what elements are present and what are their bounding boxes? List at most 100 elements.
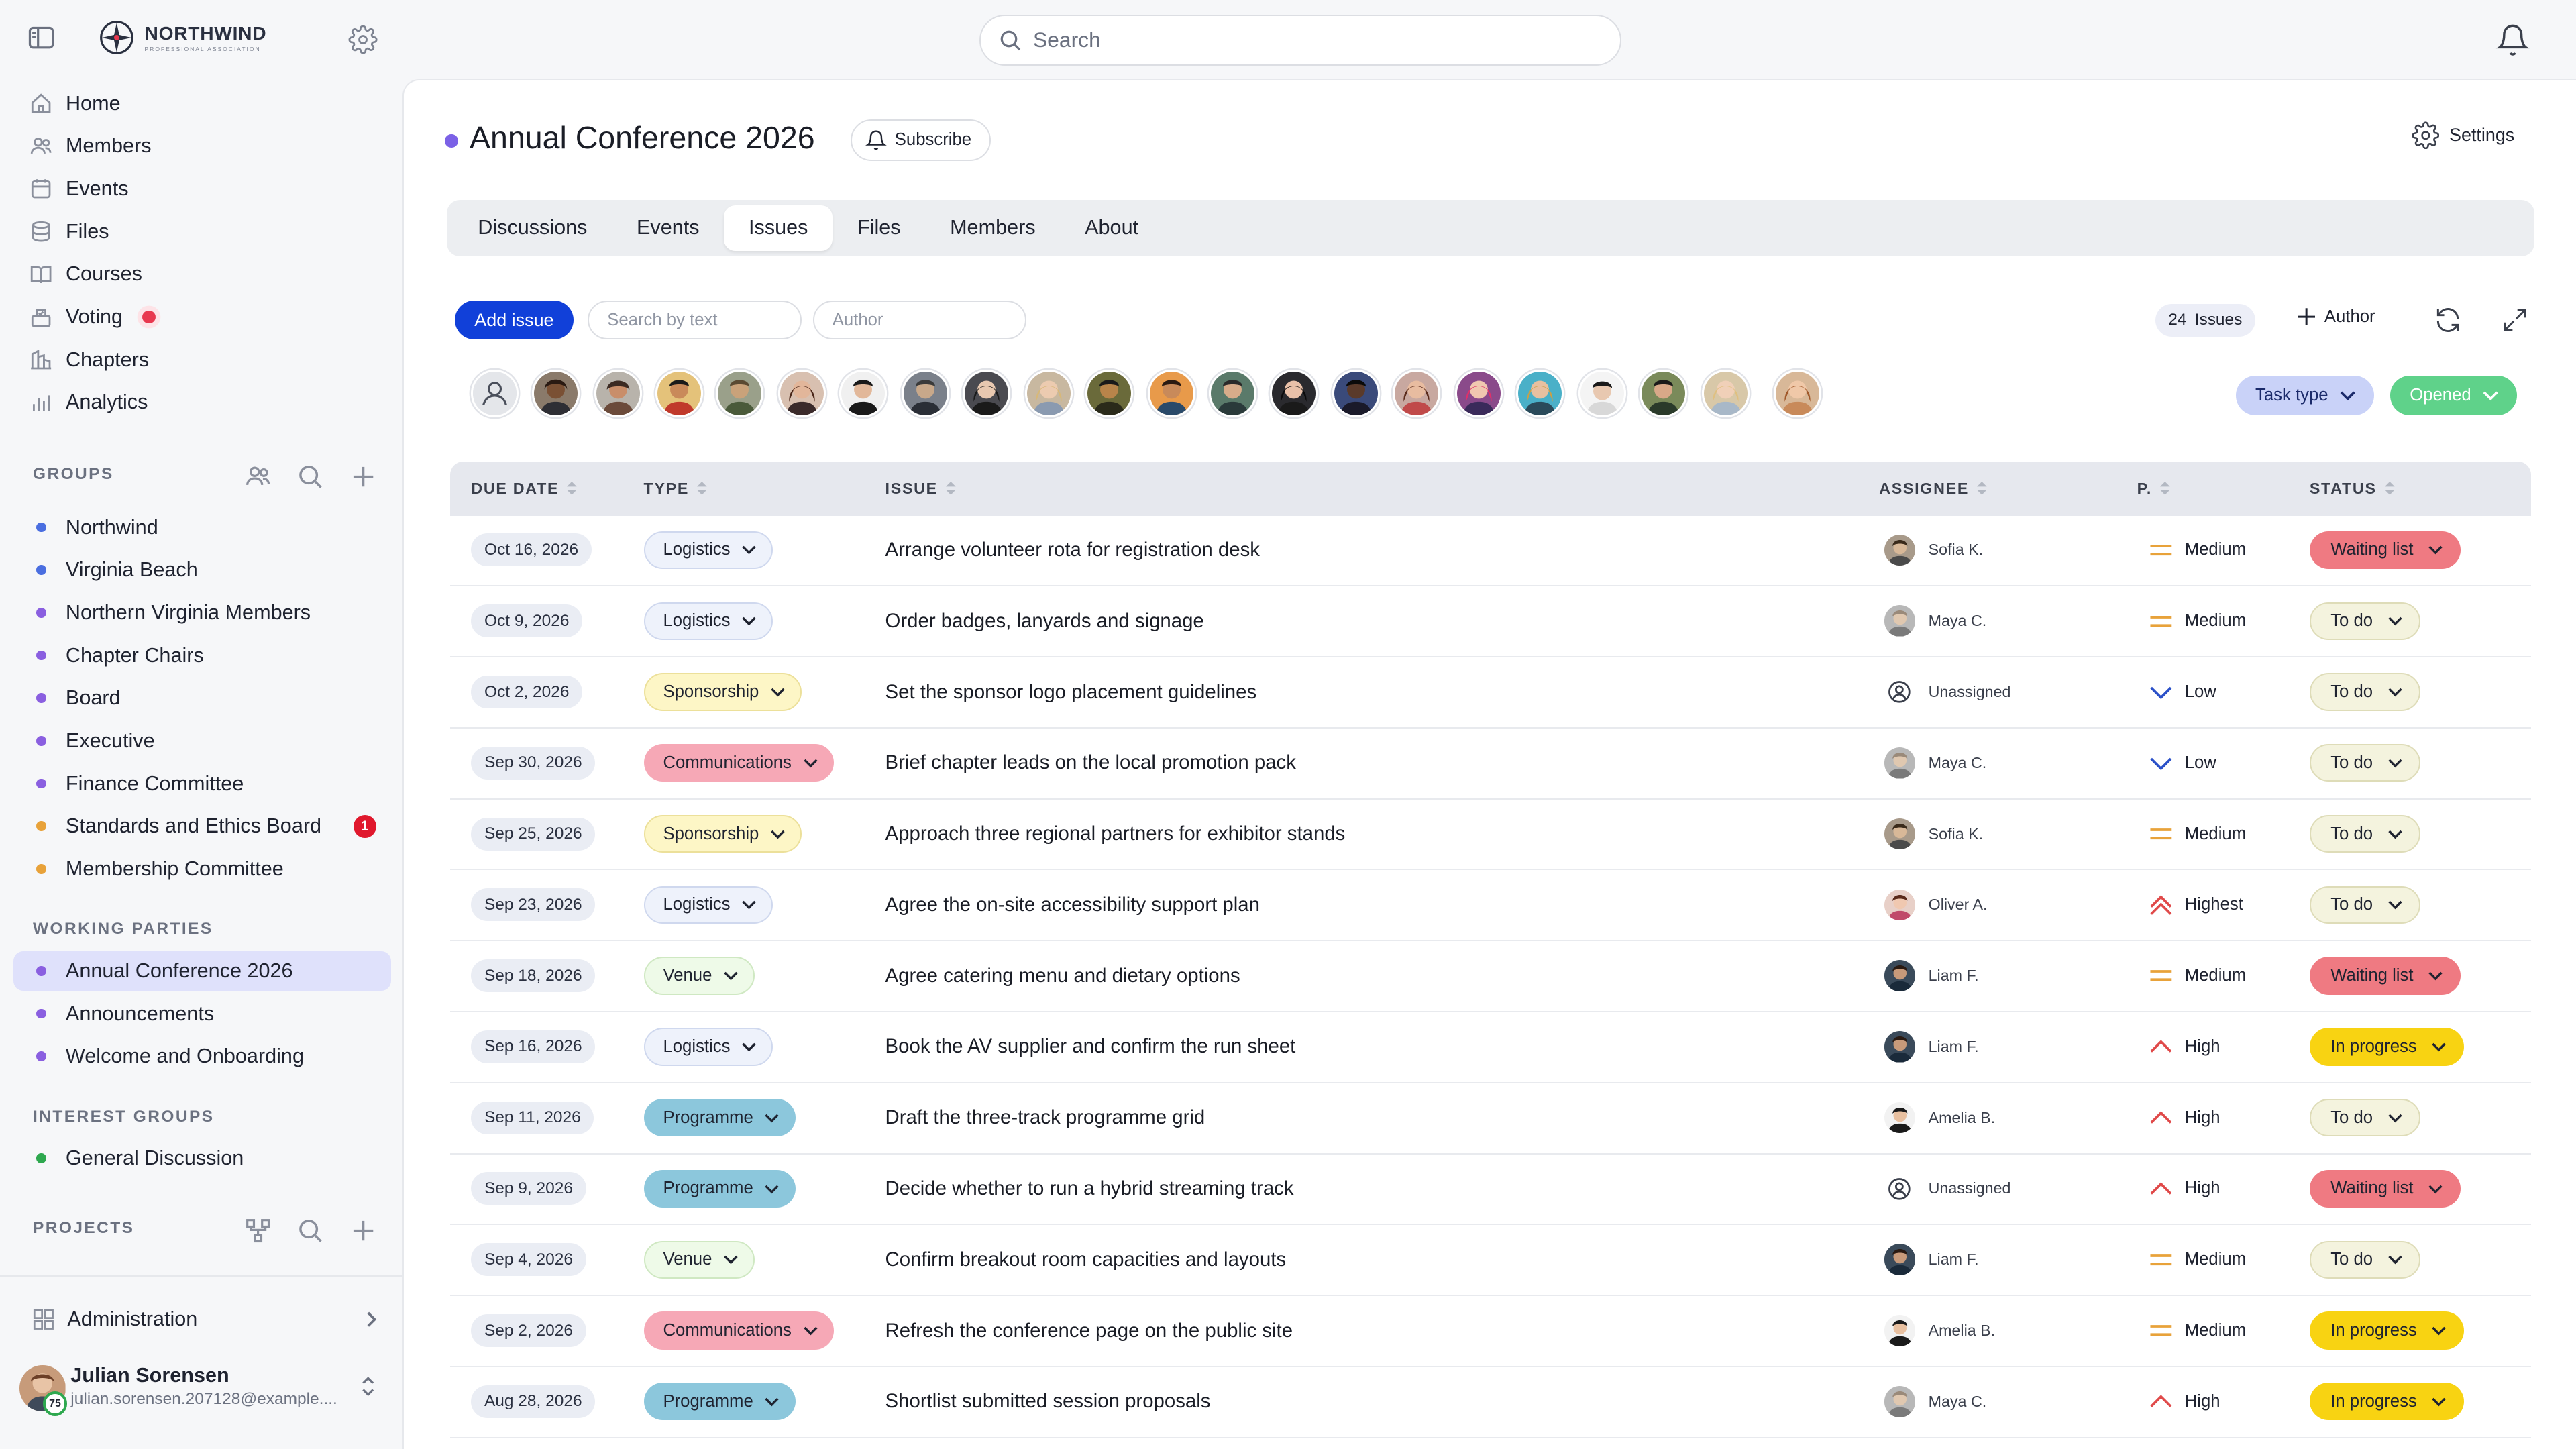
- nav-chapters[interactable]: Chapters: [30, 341, 149, 378]
- priority-cell[interactable]: High: [2149, 1012, 2220, 1081]
- status-dropdown[interactable]: In progress: [2309, 1383, 2465, 1421]
- assignee-cell[interactable]: Liam F.: [1884, 1012, 1979, 1081]
- avatar[interactable]: [716, 369, 764, 417]
- table-row[interactable]: Sep 16, 2026 Logistics Book the AV supplie…: [449, 1012, 2532, 1083]
- search-issues-input[interactable]: [588, 300, 802, 340]
- table-row[interactable]: Sep 30, 2026 Communications Brief chapter …: [449, 729, 2532, 800]
- author-filter-input[interactable]: [812, 300, 1027, 340]
- type-dropdown[interactable]: Logistics: [643, 1028, 773, 1066]
- assignee-cell[interactable]: Liam F.: [1884, 941, 1979, 1010]
- nav-members[interactable]: Members: [30, 128, 152, 164]
- table-row[interactable]: Sep 9, 2026 Programme Decide whether to ru…: [449, 1155, 2532, 1226]
- type-dropdown[interactable]: Programme: [643, 1383, 796, 1421]
- type-dropdown[interactable]: Logistics: [643, 885, 773, 924]
- group-northern-virginia-members[interactable]: Northern Virginia Members: [13, 593, 391, 633]
- add-project-icon[interactable]: [350, 1218, 376, 1244]
- avatar[interactable]: [1455, 369, 1503, 417]
- issue-title[interactable]: Confirm breakout room capacities and lay…: [885, 1248, 1287, 1271]
- avatar[interactable]: [902, 369, 950, 417]
- assignee-cell[interactable]: Sofia K.: [1884, 516, 1983, 585]
- add-group-icon[interactable]: [350, 464, 376, 490]
- status-dropdown[interactable]: In progress: [2309, 1028, 2465, 1066]
- tab-events[interactable]: Events: [612, 205, 724, 252]
- table-row[interactable]: Sep 2, 2026 Communications Refresh the con…: [449, 1296, 2532, 1367]
- type-dropdown[interactable]: Communications: [643, 744, 835, 782]
- group-northwind[interactable]: Northwind: [13, 508, 391, 547]
- avatar-placeholder[interactable]: [471, 369, 519, 417]
- priority-cell[interactable]: High: [2149, 1367, 2220, 1436]
- assignee-cell[interactable]: Amelia B.: [1884, 1083, 1995, 1152]
- type-dropdown[interactable]: Programme: [643, 1099, 796, 1137]
- table-row[interactable]: Sep 4, 2026 Venue Confirm breakout room ca…: [449, 1225, 2532, 1297]
- priority-cell[interactable]: High: [2149, 1083, 2220, 1152]
- issue-title[interactable]: Refresh the conference page on the publi…: [885, 1320, 1293, 1342]
- avatar[interactable]: [839, 369, 887, 417]
- working-party-annual-conference[interactable]: Annual Conference 2026: [13, 951, 391, 991]
- priority-cell[interactable]: Medium: [2149, 800, 2246, 869]
- search-groups-icon[interactable]: [297, 464, 323, 490]
- priority-cell[interactable]: Medium: [2149, 1296, 2246, 1365]
- expand-icon[interactable]: [2500, 305, 2530, 335]
- status-dropdown[interactable]: To do: [2309, 744, 2420, 782]
- issue-title[interactable]: Approach three regional partners for exh…: [885, 822, 1346, 845]
- avatar[interactable]: [1024, 369, 1073, 417]
- notifications-bell-icon[interactable]: [2496, 23, 2530, 57]
- priority-cell[interactable]: Low: [2149, 657, 2216, 727]
- avatar[interactable]: [1639, 369, 1687, 417]
- assignee-cell[interactable]: Amelia B.: [1884, 1296, 1995, 1365]
- avatar[interactable]: [1393, 369, 1441, 417]
- table-row[interactable]: Oct 16, 2026 Logistics Arrange volunteer r…: [449, 516, 2532, 587]
- issue-title[interactable]: Draft the three-track programme grid: [885, 1106, 1205, 1129]
- status-dropdown[interactable]: To do: [2309, 673, 2420, 711]
- avatar[interactable]: [1578, 369, 1627, 417]
- nav-analytics[interactable]: Analytics: [30, 384, 148, 421]
- administration-link[interactable]: Administration: [33, 1301, 381, 1338]
- avatar[interactable]: [1085, 369, 1134, 417]
- issue-title[interactable]: Book the AV supplier and confirm the run…: [885, 1035, 1296, 1058]
- status-dropdown[interactable]: In progress: [2309, 1311, 2465, 1350]
- type-dropdown[interactable]: Communications: [643, 1311, 835, 1350]
- search-projects-icon[interactable]: [297, 1218, 323, 1244]
- assignee-cell[interactable]: Liam F.: [1884, 1225, 1979, 1294]
- working-party-announcements[interactable]: Announcements: [13, 994, 391, 1034]
- group-virginia-beach[interactable]: Virginia Beach: [13, 550, 391, 590]
- table-row[interactable]: Aug 28, 2026 Programme Shortlist submitted…: [449, 1367, 2532, 1438]
- working-party-welcome[interactable]: Welcome and Onboarding: [13, 1036, 391, 1076]
- avatar[interactable]: [594, 369, 643, 417]
- priority-cell[interactable]: Low: [2149, 729, 2216, 798]
- column-header-issue[interactable]: ISSUE: [885, 462, 956, 516]
- tab-files[interactable]: Files: [833, 205, 925, 252]
- column-header-assignee[interactable]: ASSIGNEE: [1879, 462, 1987, 516]
- issue-title[interactable]: Brief chapter leads on the local promoti…: [885, 751, 1296, 774]
- subscribe-button[interactable]: Subscribe: [851, 119, 991, 161]
- priority-cell[interactable]: Medium: [2149, 586, 2246, 655]
- priority-cell[interactable]: Medium: [2149, 516, 2246, 585]
- assignee-cell[interactable]: Unassigned: [1884, 1155, 2010, 1224]
- table-row[interactable]: Sep 18, 2026 Venue Agree catering menu and…: [449, 941, 2532, 1012]
- nav-voting[interactable]: Voting: [30, 299, 156, 335]
- avatar[interactable]: [655, 369, 703, 417]
- group-members-icon[interactable]: [245, 464, 271, 490]
- table-row[interactable]: Oct 9, 2026 Logistics Order badges, lanyar…: [449, 586, 2532, 658]
- settings-button[interactable]: Settings: [2412, 121, 2514, 150]
- issue-title[interactable]: Shortlist submitted session proposals: [885, 1390, 1211, 1413]
- assignee-cell[interactable]: Maya C.: [1884, 1367, 1986, 1436]
- status-dropdown[interactable]: Waiting list: [2309, 531, 2461, 570]
- group-membership-committee[interactable]: Membership Committee: [13, 849, 391, 889]
- issue-title[interactable]: Set the sponsor logo placement guideline…: [885, 681, 1257, 704]
- status-dropdown[interactable]: To do: [2309, 885, 2420, 924]
- type-dropdown[interactable]: Venue: [643, 1240, 755, 1279]
- type-dropdown[interactable]: Sponsorship: [643, 814, 802, 853]
- global-search[interactable]: [979, 15, 1622, 66]
- nav-files[interactable]: Files: [30, 213, 109, 250]
- tab-members[interactable]: Members: [925, 205, 1060, 252]
- group-standards-ethics-board[interactable]: Standards and Ethics Board 1: [13, 806, 391, 846]
- avatar[interactable]: [1269, 369, 1318, 417]
- add-author-button[interactable]: Author: [2295, 305, 2375, 328]
- tab-issues[interactable]: Issues: [724, 205, 833, 252]
- type-dropdown[interactable]: Sponsorship: [643, 673, 802, 711]
- type-dropdown[interactable]: Venue: [643, 957, 755, 995]
- type-dropdown[interactable]: Logistics: [643, 531, 773, 570]
- avatar[interactable]: [1515, 369, 1564, 417]
- avatar[interactable]: [778, 369, 826, 417]
